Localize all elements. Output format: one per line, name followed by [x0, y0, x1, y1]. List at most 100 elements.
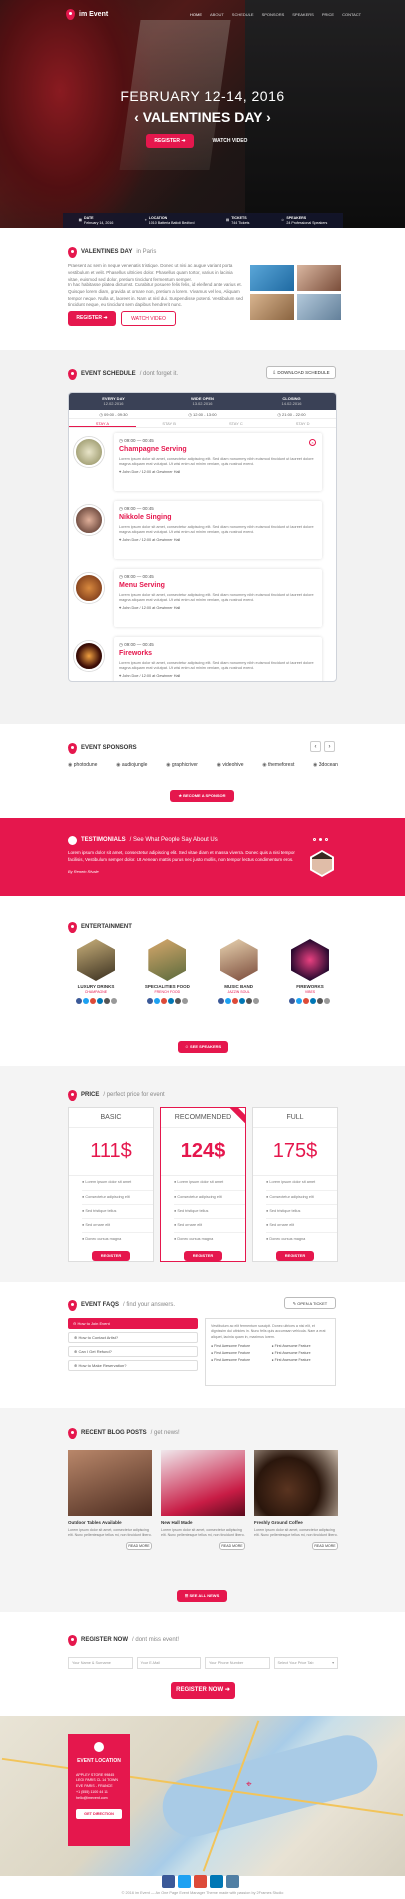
- nav-price[interactable]: PRICE: [322, 12, 334, 17]
- see-speakers-button[interactable]: ☺ SEE SPEAKERS: [178, 1041, 228, 1053]
- map-pin-icon[interactable]: ⌖: [246, 1778, 252, 1792]
- entertainment-item[interactable]: MUSIC BAND JAZZIN SOUL: [213, 939, 265, 1004]
- about-register-button[interactable]: REGISTER ➜: [68, 311, 116, 326]
- sponsor-logo[interactable]: ◉ themeforest: [262, 762, 294, 769]
- google-plus-icon[interactable]: [303, 997, 310, 1004]
- phone-field[interactable]: Your Phone Number: [205, 1657, 270, 1669]
- close-icon[interactable]: ×: [309, 439, 316, 446]
- get-direction-button[interactable]: GET DIRECTION: [76, 1809, 122, 1820]
- day-tab-3[interactable]: CLOSING 14.02.2016: [247, 393, 336, 410]
- faq-question[interactable]: ⊖ How to Join Event: [68, 1318, 198, 1329]
- download-schedule-button[interactable]: ⇩ DOWNLOAD SCHEDULE: [266, 366, 336, 379]
- facebook-icon[interactable]: [218, 997, 225, 1004]
- nav-speakers[interactable]: SPEAKERS: [292, 12, 314, 17]
- mail-icon[interactable]: [324, 997, 331, 1004]
- about-photo-2[interactable]: [297, 265, 341, 291]
- linkedin-icon[interactable]: [310, 997, 317, 1004]
- hero-register-button[interactable]: REGISTER ➜: [146, 134, 194, 148]
- price-select[interactable]: Select Your Price Tab ▾: [273, 1657, 338, 1669]
- schedule-card[interactable]: ◷ 09:00 — 00:45 Fireworks Lorem ipsum do…: [114, 637, 322, 681]
- schedule-card[interactable]: ◷ 09:00 — 00:45 Champagne Serving Lorem …: [114, 433, 322, 491]
- twitter-icon[interactable]: [225, 997, 232, 1004]
- linkedin-icon[interactable]: [96, 997, 103, 1004]
- time-slot-1[interactable]: ◷ 09:00 - 09:30: [69, 410, 158, 418]
- nav-home[interactable]: HOME: [190, 12, 202, 17]
- google-plus-icon[interactable]: [194, 1875, 207, 1888]
- logo[interactable]: im Event: [66, 9, 108, 20]
- facebook-icon[interactable]: [75, 997, 82, 1004]
- twitter-icon[interactable]: [82, 997, 89, 1004]
- twitter-icon[interactable]: [178, 1875, 191, 1888]
- next-arrow-icon[interactable]: ›: [262, 109, 271, 125]
- nav-contact[interactable]: CONTACT: [342, 12, 361, 17]
- read-more-button[interactable]: READ MORE: [126, 1541, 152, 1550]
- read-more-button[interactable]: READ MORE: [312, 1541, 338, 1550]
- nav-about[interactable]: ABOUT: [210, 12, 224, 17]
- email-field[interactable]: Your E-Mail: [136, 1657, 201, 1669]
- plan-register-button[interactable]: REGISTER: [276, 1251, 314, 1262]
- open-ticket-button[interactable]: ✎ OPEN A TICKET: [284, 1297, 336, 1309]
- time-slot-3[interactable]: ◷ 21:00 - 22:00: [247, 410, 336, 418]
- instagram-icon[interactable]: [246, 997, 253, 1004]
- mail-icon[interactable]: [253, 997, 260, 1004]
- stay-tab-b[interactable]: STAY B: [136, 419, 203, 427]
- read-more-button[interactable]: READ MORE: [219, 1541, 245, 1550]
- prev-arrow-icon[interactable]: ‹: [310, 741, 321, 752]
- nav-sponsors[interactable]: SPONSORS: [262, 12, 285, 17]
- nav-schedule[interactable]: SCHEDULE: [232, 12, 254, 17]
- dot-icon[interactable]: [313, 838, 316, 841]
- instagram-icon[interactable]: [317, 997, 324, 1004]
- stay-tab-a[interactable]: STAY A: [69, 419, 136, 427]
- register-now-button[interactable]: REGISTER NOW ➜: [171, 1682, 235, 1699]
- hero-watch-button[interactable]: WATCH VIDEO: [204, 134, 256, 148]
- about-watch-button[interactable]: WATCH VIDEO: [121, 311, 176, 326]
- name-field[interactable]: Your Name & Surname: [68, 1657, 133, 1669]
- google-plus-icon[interactable]: [89, 997, 96, 1004]
- schedule-card[interactable]: ◷ 09:00 — 00:45 Menu Serving Lorem ipsum…: [114, 569, 322, 627]
- twitter-icon[interactable]: [296, 997, 303, 1004]
- faq-question[interactable]: ⊕ Can I Get Refund?: [68, 1346, 198, 1357]
- mail-icon[interactable]: [110, 997, 117, 1004]
- schedule-card[interactable]: ◷ 09:00 — 00:45 Nikkole Singing Lorem ip…: [114, 501, 322, 559]
- blog-post[interactable]: New Hall Made Lorem ipsum dolor sit amet…: [161, 1450, 245, 1550]
- dot-icon[interactable]: [325, 838, 328, 841]
- linkedin-icon[interactable]: [167, 997, 174, 1004]
- facebook-icon[interactable]: [289, 997, 296, 1004]
- linkedin-icon[interactable]: [239, 997, 246, 1004]
- google-plus-icon[interactable]: [232, 997, 239, 1004]
- google-plus-icon[interactable]: [160, 997, 167, 1004]
- instagram-icon[interactable]: [226, 1875, 239, 1888]
- about-photo-1[interactable]: [250, 265, 294, 291]
- sponsor-logo[interactable]: ◉ 3docean: [313, 762, 338, 769]
- day-tab-2[interactable]: WIDE OPEN 13.02.2016: [158, 393, 247, 410]
- sponsor-logo[interactable]: ◉ audiojungle: [116, 762, 147, 769]
- next-arrow-icon[interactable]: ›: [324, 741, 335, 752]
- facebook-icon[interactable]: [146, 997, 153, 1004]
- stay-tab-c[interactable]: STAY C: [203, 419, 270, 427]
- about-photo-4[interactable]: [297, 294, 341, 320]
- linkedin-icon[interactable]: [210, 1875, 223, 1888]
- blog-post[interactable]: Freshly Ground Coffee Lorem ipsum dolor …: [254, 1450, 338, 1550]
- stay-tab-d[interactable]: STAY D: [269, 419, 336, 427]
- faq-question[interactable]: ⊕ How to Make Reservation?: [68, 1360, 198, 1371]
- dot-icon[interactable]: [319, 838, 322, 841]
- about-photo-3[interactable]: [250, 294, 294, 320]
- sponsor-logo[interactable]: ◉ photodune: [68, 762, 97, 769]
- entertainment-item[interactable]: LUXURY DRINKS CHAMPAGNE: [70, 939, 122, 1004]
- time-slot-2[interactable]: ◷ 12:00 - 13:00: [158, 410, 247, 418]
- entertainment-item[interactable]: FIREWORKS VIBES: [284, 939, 336, 1004]
- entertainment-item[interactable]: SPECIALITIES FOOD FRENCH FOOD: [141, 939, 193, 1004]
- become-sponsor-button[interactable]: ★ BECOME A SPONSOR: [170, 790, 234, 802]
- prev-arrow-icon[interactable]: ‹: [134, 109, 143, 125]
- sponsor-logo[interactable]: ◉ videohive: [217, 762, 244, 769]
- day-tab-1[interactable]: EVERY DAY 12.02.2016: [69, 393, 158, 410]
- plan-register-button[interactable]: REGISTER: [92, 1251, 130, 1262]
- faq-question[interactable]: ⊕ How to Contact Artist?: [68, 1332, 198, 1343]
- instagram-icon[interactable]: [174, 997, 181, 1004]
- twitter-icon[interactable]: [153, 997, 160, 1004]
- see-all-news-button[interactable]: ☰ SEE ALL NEWS: [177, 1590, 227, 1602]
- sponsor-logo[interactable]: ◉ graphicriver: [166, 762, 198, 769]
- plan-register-button[interactable]: REGISTER: [184, 1251, 222, 1261]
- mail-icon[interactable]: [181, 997, 188, 1004]
- instagram-icon[interactable]: [103, 997, 110, 1004]
